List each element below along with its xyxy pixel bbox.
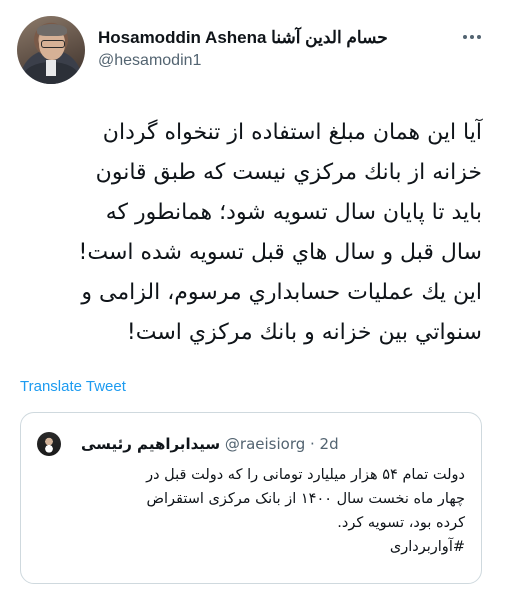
quoted-author-name[interactable]: سیدابراهیم رئیسی xyxy=(81,435,220,453)
translate-tweet-link[interactable]: Translate Tweet xyxy=(20,378,126,395)
more-dot xyxy=(470,35,474,39)
quoted-tweet-card[interactable]: سیدابراهیم رئیسی @raeisiorg · 2d دولت تم… xyxy=(20,412,482,584)
avatar-glasses xyxy=(41,40,65,48)
quoted-tweet-text: دولت تمام ۵۴ هزار میلیارد تومانی را که د… xyxy=(146,467,465,555)
quoted-tweet-header: سیدابراهیم رئیسی @raeisiorg · 2d xyxy=(81,435,401,455)
author-handle[interactable]: @hesamodin1 xyxy=(98,52,201,70)
avatar-hair xyxy=(37,24,67,36)
more-horizontal-icon[interactable] xyxy=(459,30,485,44)
tweet-text: آيا اين همان مبلغ استفاده از تنخواه گردا… xyxy=(78,120,482,345)
avatar-shirt xyxy=(46,60,56,76)
quoted-author-meta: @raeisiorg · 2d xyxy=(224,435,339,453)
more-dot xyxy=(463,35,467,39)
quoted-author-avatar[interactable] xyxy=(37,432,61,456)
more-dot xyxy=(477,35,481,39)
author-avatar[interactable] xyxy=(17,16,85,84)
author-display-name[interactable]: Hosamoddin Ashena حسام الدين آشنا xyxy=(98,28,448,50)
